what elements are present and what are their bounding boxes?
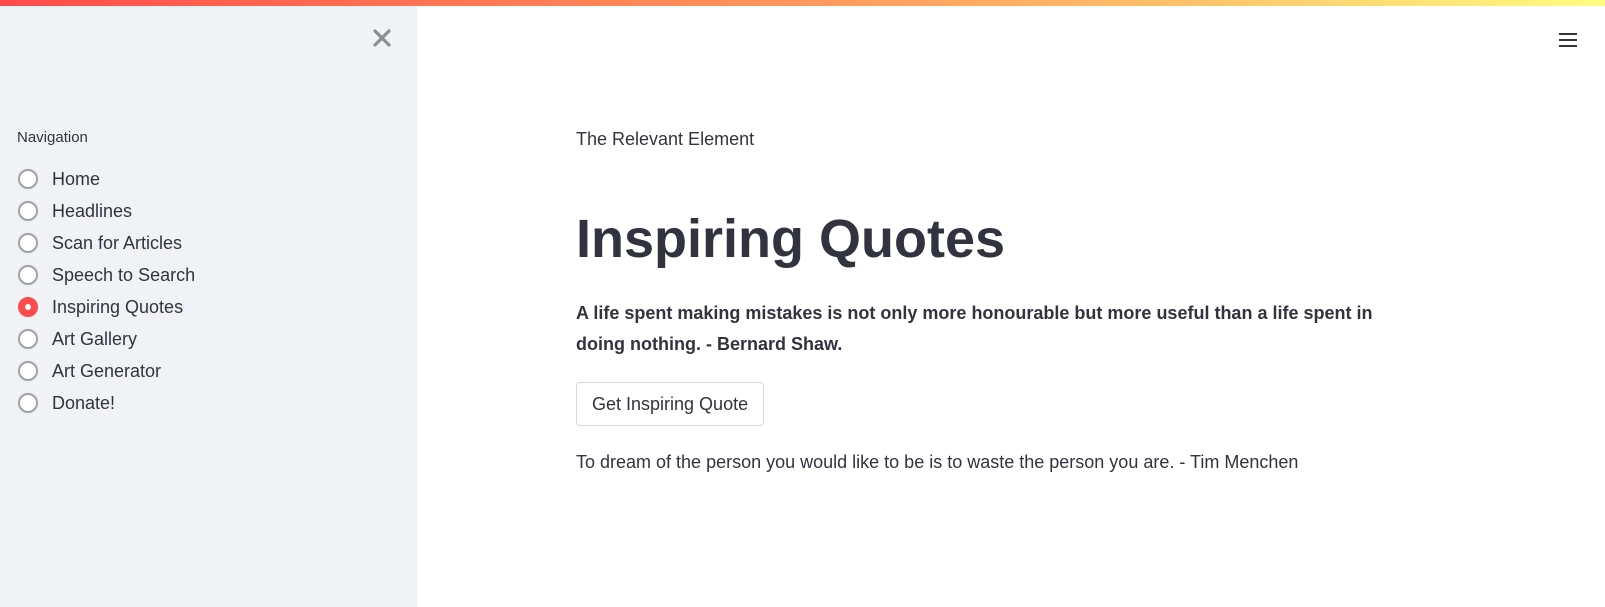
main-menu-button[interactable]: [1557, 30, 1579, 50]
page-title: Inspiring Quotes: [576, 209, 1006, 269]
radio-art-generator[interactable]: [18, 361, 38, 381]
brand-text: The Relevant Element: [576, 129, 755, 149]
hamburger-menu-icon: [1557, 30, 1579, 50]
radio-inspiring-quotes[interactable]: [18, 297, 38, 317]
nav-option-art-generator[interactable]: Art Generator: [18, 355, 195, 387]
top-decoration-bar: [0, 0, 1605, 6]
nav-option-label: Speech to Search: [52, 264, 196, 285]
nav-option-label: Donate!: [52, 392, 116, 413]
nav-option-label: Home: [52, 168, 101, 189]
radio-speech-to-search[interactable]: [18, 265, 38, 285]
featured-quote: A life spent making mistakes is not only…: [576, 303, 1373, 354]
nav-option-donate[interactable]: Donate!: [18, 387, 195, 419]
get-inspiring-quote-button[interactable]: Get Inspiring Quote: [576, 382, 765, 426]
radio-home[interactable]: [18, 169, 38, 189]
quote-result-text: To dream of the person you would like to…: [576, 452, 1299, 472]
navigation-label: Navigation: [17, 129, 88, 146]
nav-option-inspiring-quotes[interactable]: Inspiring Quotes: [18, 291, 195, 323]
nav-option-label: Inspiring Quotes: [52, 296, 184, 317]
nav-option-label: Headlines: [52, 200, 133, 221]
sidebar: Navigation Home Headlines Scan for Artic…: [0, 0, 417, 607]
nav-option-home[interactable]: Home: [18, 163, 195, 195]
radio-donate[interactable]: [18, 393, 38, 413]
close-sidebar-button[interactable]: [370, 26, 394, 50]
nav-option-headlines[interactable]: Headlines: [18, 195, 195, 227]
close-icon: [370, 26, 394, 50]
nav-option-scan-for-articles[interactable]: Scan for Articles: [18, 227, 195, 259]
nav-option-label: Art Generator: [52, 360, 162, 381]
nav-option-speech-to-search[interactable]: Speech to Search: [18, 259, 195, 291]
nav-option-label: Art Gallery: [52, 328, 138, 349]
radio-headlines[interactable]: [18, 201, 38, 221]
radio-art-gallery[interactable]: [18, 329, 38, 349]
radio-scan-for-articles[interactable]: [18, 233, 38, 253]
nav-option-label: Scan for Articles: [52, 232, 183, 253]
navigation-radio-group: Home Headlines Scan for Articles Speech …: [18, 163, 195, 419]
nav-option-art-gallery[interactable]: Art Gallery: [18, 323, 195, 355]
